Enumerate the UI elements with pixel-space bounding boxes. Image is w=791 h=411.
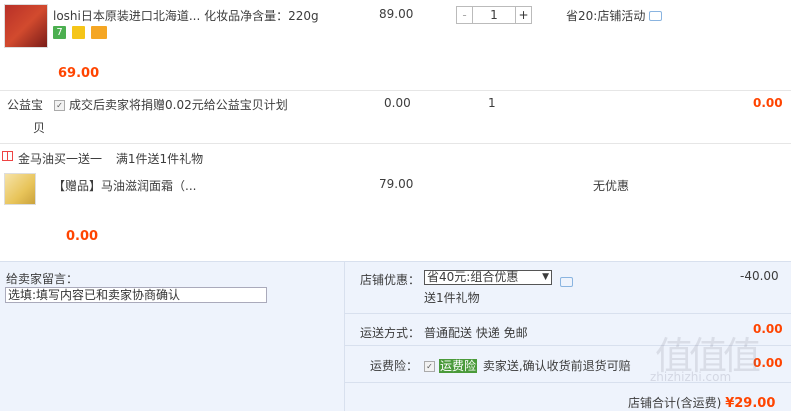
store-total-label: 店铺合计(含运费) (628, 396, 722, 410)
item-subtotal: 69.00 (58, 66, 100, 81)
gift-icon (2, 151, 13, 161)
seven-day-return-icon: 7 (53, 26, 66, 39)
seller-message-input[interactable]: 选填:填写内容已和卖家协商确认 (5, 287, 267, 303)
consumer-protection-icon (71, 26, 85, 39)
product-title[interactable]: loshi日本原装进口北海道... 化妆品净含量：220g (53, 7, 323, 24)
dropdown-arrow-icon: ▼ (542, 272, 549, 282)
charity-price: 0.00 (384, 96, 411, 110)
store-total-amount: ¥29.00 (725, 396, 776, 411)
insurance-tag: 运费险 (439, 359, 478, 373)
shipping-method: 普通配送 快递 免邮 (424, 326, 528, 340)
insurance-label: 运费险： (370, 359, 419, 373)
shop-discount-extra: 送1件礼物 (424, 291, 480, 305)
insurance-amount: 0.00 (753, 356, 783, 370)
gift-thumbnail[interactable] (4, 173, 36, 205)
shipping-amount: 0.00 (753, 322, 783, 336)
service-badges: 7 (53, 26, 109, 40)
insurance-info: ✓ 运费险 卖家送,确认收货前退货可赔 (424, 357, 631, 374)
quantity-input[interactable]: 1 (473, 6, 515, 24)
charity-quantity: 1 (488, 96, 496, 110)
increase-quantity-button[interactable]: + (515, 6, 532, 24)
credit-card-icon (90, 26, 107, 39)
shop-discount-amount: -40.00 (740, 269, 779, 283)
shop-discount-label: 店铺优惠： (360, 273, 421, 287)
gift-promo-title: 金马油买一送一 (18, 152, 103, 166)
charity-text: 成交后卖家将捐赠0.02元给公益宝贝计划 (69, 98, 288, 112)
gift-price: 79.00 (379, 177, 414, 191)
shipping-label: 运送方式： (360, 326, 421, 340)
charity-info: ✓ 成交后卖家将捐赠0.02元给公益宝贝计划 (54, 96, 288, 113)
charity-label: 公益宝 贝 (7, 98, 46, 135)
watermark-url: zhizhizhi.com (650, 370, 732, 384)
promo-text: 省20:店铺活动 (566, 9, 646, 23)
insurance-checkbox[interactable]: ✓ (424, 361, 435, 372)
insurance-text: 卖家送,确认收货前退货可赔 (482, 359, 631, 373)
gift-title[interactable]: 【赠品】马油滋润面霜（... (53, 177, 196, 194)
gift-discount: 无优惠 (593, 179, 630, 193)
product-thumbnail[interactable] (4, 4, 48, 48)
promo-info: 省20:店铺活动 (566, 7, 663, 24)
charity-checkbox[interactable]: ✓ (54, 100, 65, 111)
chat-icon[interactable] (560, 276, 573, 287)
charity-total: 0.00 (753, 96, 783, 110)
chat-icon[interactable] (649, 10, 663, 21)
message-label: 给卖家留言： (6, 272, 79, 286)
gift-subtotal: 0.00 (66, 229, 99, 244)
gift-promo: 金马油买一送一 满1件送1件礼物 (18, 150, 203, 167)
gift-promo-rule: 满1件送1件礼物 (115, 152, 204, 166)
quantity-stepper[interactable]: - 1 + (456, 6, 532, 24)
unit-price: 89.00 (379, 7, 414, 21)
shop-discount-select[interactable]: 省40元:组合优惠 ▼ (424, 270, 552, 285)
decrease-quantity-button[interactable]: - (456, 6, 473, 24)
store-total: 店铺合计(含运费) ¥29.00 (628, 394, 775, 411)
